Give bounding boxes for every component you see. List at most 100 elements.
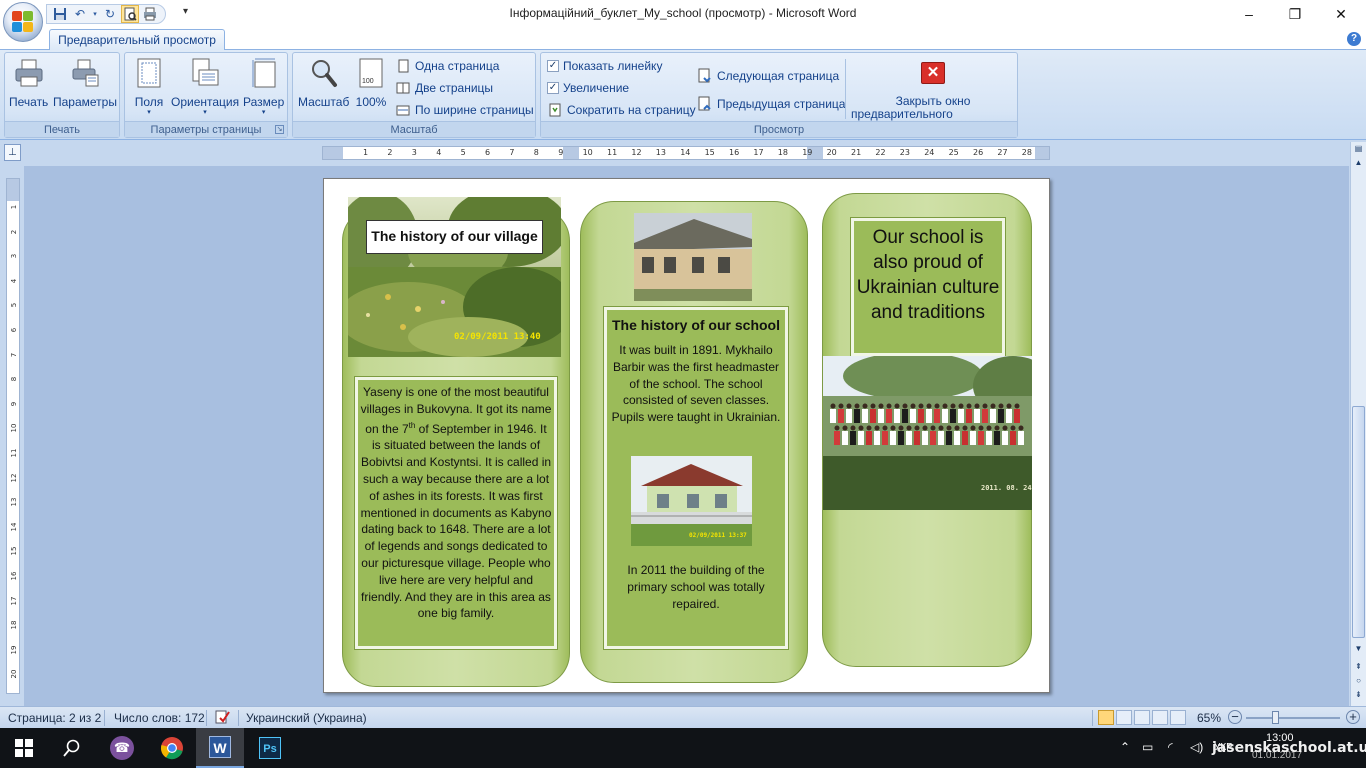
- next-page-scroll-icon[interactable]: ⇟: [1352, 688, 1365, 702]
- maximize-button[interactable]: ❐: [1272, 0, 1318, 28]
- next-page-button[interactable]: Следующая страница: [697, 67, 839, 85]
- horizontal-ruler[interactable]: 1 2 3 4 5 6 7 8 9 10 11 12 13 14 15 16 17 18 19 20 21 22 23 24 2…: [322, 146, 1050, 160]
- pupil-body: [970, 431, 976, 445]
- pupil-head: [994, 425, 1000, 431]
- pupil-body: [1018, 431, 1024, 445]
- windows-taskbar: ☎ W Ps ⌃ ▭ ◜ ◁) УКР 13:00 01.01.2017 jas…: [0, 728, 1366, 768]
- draft-view-icon[interactable]: [1170, 710, 1186, 725]
- magnifier-label: Увеличение: [563, 81, 630, 95]
- vertical-ruler-tick: 18: [10, 620, 18, 630]
- pupil-head: [1014, 403, 1020, 409]
- close-button[interactable]: ✕: [1318, 0, 1364, 28]
- page-setup-launcher-icon[interactable]: ↘: [275, 125, 284, 134]
- two-pages-button[interactable]: Две страницы: [395, 79, 493, 97]
- network-icon[interactable]: ▭: [1142, 740, 1153, 754]
- margins-button[interactable]: Поля ▾: [133, 57, 165, 117]
- start-button[interactable]: [0, 728, 48, 768]
- one-page-button[interactable]: Одна страница: [395, 57, 499, 75]
- search-button[interactable]: [48, 728, 96, 768]
- zoom-button[interactable]: Масштаб: [298, 57, 349, 109]
- pupil-head: [874, 425, 880, 431]
- zoom-level[interactable]: 65%: [1197, 711, 1221, 725]
- wifi-icon[interactable]: ◜: [1168, 740, 1173, 754]
- pupil-head: [870, 403, 876, 409]
- ruler-tick: 19: [802, 148, 813, 157]
- vertical-ruler-tick: 5: [10, 303, 18, 308]
- pupil-body: [998, 409, 1004, 423]
- svg-text:100: 100: [362, 78, 374, 85]
- pupil-body: [842, 431, 848, 445]
- ruler-tick: 22: [875, 148, 886, 157]
- zoom-slider-track[interactable]: [1246, 717, 1340, 719]
- print-layout-view-icon[interactable]: [1098, 710, 1114, 725]
- pupil-body: [862, 409, 868, 423]
- ruler-tick: 24: [924, 148, 935, 157]
- group-page-setup-label: Параметры страницы: [125, 121, 287, 137]
- pupil-head: [902, 403, 908, 409]
- vertical-ruler-tick: 15: [10, 546, 18, 556]
- zoom-out-icon[interactable]: −: [1228, 710, 1242, 724]
- viber-taskbar-icon[interactable]: ☎: [98, 728, 146, 768]
- orientation-button[interactable]: Ориентация ▾: [171, 57, 239, 117]
- tab-selector-icon[interactable]: ⊥: [4, 144, 21, 161]
- ruler-tick: 11: [607, 148, 618, 157]
- view-buttons: [1098, 710, 1186, 725]
- zoom-100-icon: 100: [355, 57, 387, 89]
- pupil-body: [966, 409, 972, 423]
- help-icon[interactable]: ?: [1347, 32, 1361, 46]
- ruler-tick: 7: [509, 148, 515, 157]
- previous-page-button[interactable]: Предыдущая страница: [697, 95, 845, 113]
- zoom-100-button[interactable]: 100 100%: [355, 57, 387, 109]
- pupil-head: [982, 403, 988, 409]
- scroll-down-icon[interactable]: ▼: [1352, 642, 1365, 656]
- show-ruler-checkbox[interactable]: ✓ Показать линейку: [547, 57, 662, 75]
- tab-print-preview[interactable]: Предварительный просмотр: [49, 29, 225, 51]
- pupil-body: [890, 431, 896, 445]
- select-browse-object-icon[interactable]: ○: [1352, 674, 1365, 688]
- vertical-scrollbar[interactable]: ▤ ▲ ▼ ⇞ ○ ⇟: [1350, 142, 1366, 706]
- shrink-one-page-button[interactable]: Сократить на страницу: [547, 101, 696, 119]
- page-width-button[interactable]: По ширине страницы: [395, 101, 534, 119]
- word-taskbar-icon[interactable]: W: [196, 728, 244, 768]
- vertical-ruler[interactable]: 1 2 3 4 5 6 7 8 9 10 11 12 13 14 15 16 17 18 19 20: [6, 178, 20, 694]
- magnifier-check-icon: ✓: [547, 82, 559, 94]
- print-options-button[interactable]: Параметры: [53, 57, 117, 109]
- language-indicator[interactable]: Украинский (Украина): [246, 711, 367, 725]
- view-ruler-icon[interactable]: ▤: [1352, 142, 1365, 156]
- word-count[interactable]: Число слов: 172: [114, 711, 205, 725]
- pupil-head: [970, 425, 976, 431]
- ruler-tick: 20: [826, 148, 837, 157]
- page-count[interactable]: Страница: 2 из 2: [8, 711, 101, 725]
- pupil-head: [922, 425, 928, 431]
- watermark-text: jasenskaschool.at.ua: [1212, 740, 1366, 756]
- zoom-slider-thumb[interactable]: [1272, 711, 1279, 724]
- minimize-button[interactable]: –: [1226, 0, 1272, 28]
- ruler-tick: 10: [582, 148, 593, 157]
- pupil-head: [1002, 425, 1008, 431]
- pupil-body: [874, 431, 880, 445]
- print-button-label: Печать: [9, 95, 49, 109]
- full-screen-view-icon[interactable]: [1116, 710, 1132, 725]
- magnifier-checkbox[interactable]: ✓ Увеличение: [547, 79, 629, 97]
- document-page[interactable]: 02/09/2011 13:40 The history of our vill…: [323, 178, 1050, 693]
- previous-page-scroll-icon[interactable]: ⇞: [1352, 660, 1365, 674]
- scroll-thumb[interactable]: [1352, 406, 1365, 638]
- zoom-in-icon[interactable]: +: [1346, 710, 1360, 724]
- vertical-ruler-tick: 6: [10, 327, 18, 333]
- size-button[interactable]: Размер ▾: [243, 57, 284, 117]
- show-hidden-icons[interactable]: ⌃: [1120, 740, 1130, 754]
- pupil-head: [918, 403, 924, 409]
- school-text-2: In 2011 the building of the primary scho…: [627, 562, 765, 611]
- print-button[interactable]: Печать: [9, 57, 48, 109]
- photoshop-taskbar-icon[interactable]: Ps: [246, 728, 294, 768]
- chrome-taskbar-icon[interactable]: [148, 728, 196, 768]
- web-layout-view-icon[interactable]: [1134, 710, 1150, 725]
- scroll-up-icon[interactable]: ▲: [1352, 156, 1365, 170]
- ruler-tick: 1: [363, 148, 369, 157]
- outline-view-icon[interactable]: [1152, 710, 1168, 725]
- ruler-tick: 14: [680, 148, 691, 157]
- office-button[interactable]: [3, 2, 43, 42]
- group-preview-label: Просмотр: [541, 121, 1017, 137]
- volume-icon[interactable]: ◁): [1190, 740, 1203, 754]
- spelling-check-icon[interactable]: [214, 709, 232, 728]
